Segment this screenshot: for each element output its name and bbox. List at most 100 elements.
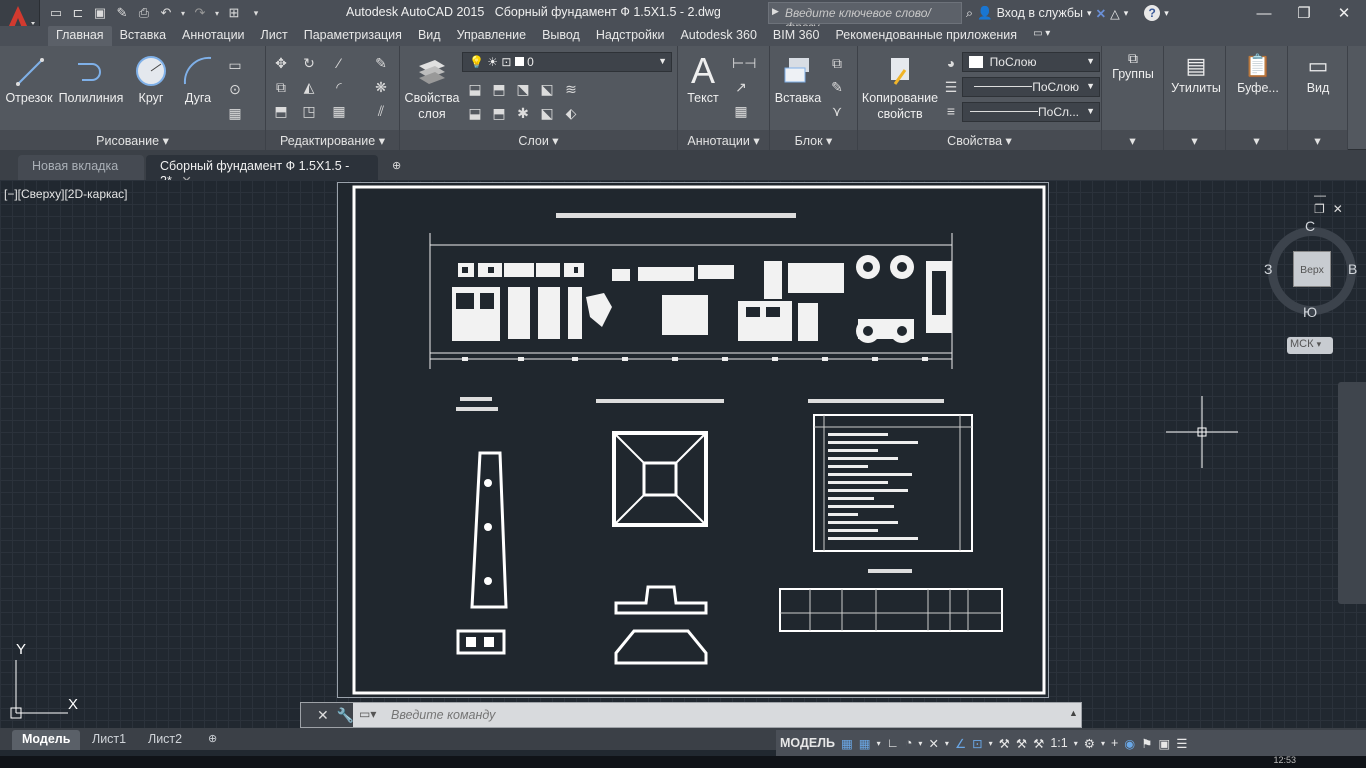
annotation-monitor-icon[interactable]: +: [1111, 736, 1118, 750]
gradient-icon[interactable]: ▦: [226, 104, 244, 122]
save-icon[interactable]: ▣: [90, 3, 110, 23]
explode-icon[interactable]: ❋: [372, 78, 390, 96]
tab-bim360[interactable]: BIM 360: [765, 26, 828, 46]
workspace-dropdown-icon[interactable]: ▾: [1101, 739, 1105, 748]
minimize-icon[interactable]: —: [1244, 0, 1284, 26]
isolate-objects-icon[interactable]: ◉: [1124, 736, 1135, 751]
polar-dropdown-icon[interactable]: ▾: [918, 739, 922, 748]
insert-button[interactable]: Вставка: [772, 54, 824, 106]
auto-scale-icon[interactable]: ⚒: [1016, 736, 1027, 751]
undo-icon[interactable]: ↶: [156, 3, 176, 23]
customization-icon[interactable]: ☰: [1176, 736, 1187, 751]
tab-featured-apps[interactable]: Рекомендованные приложения: [827, 26, 1025, 46]
object-snap-icon[interactable]: ∠: [955, 736, 966, 751]
tab-parametric[interactable]: Параметризация: [296, 26, 410, 46]
workspace-gear-icon[interactable]: ⚙: [1084, 736, 1095, 751]
add-tab-icon[interactable]: ⊕: [386, 155, 407, 180]
save-as-icon[interactable]: ✎: [112, 3, 132, 23]
create-block-icon[interactable]: ⧉: [828, 54, 846, 72]
hatch-icon[interactable]: ⊙: [226, 80, 244, 98]
redo-dropdown-icon[interactable]: ▾: [212, 3, 222, 23]
edit-attributes-icon[interactable]: ⋎: [828, 102, 846, 120]
redo-icon[interactable]: ↷: [190, 3, 210, 23]
a360-icon[interactable]: △: [1110, 6, 1120, 21]
compass-north[interactable]: С: [1305, 218, 1315, 234]
layer-properties-button[interactable]: Свойства слоя: [404, 54, 460, 122]
tab-view[interactable]: Вид: [410, 26, 449, 46]
annotation-visibility-icon[interactable]: ⚒: [999, 736, 1010, 751]
annotation-scale-value[interactable]: 1:1: [1050, 736, 1067, 750]
layer-isolate-icon[interactable]: ⬒: [490, 80, 508, 98]
groups-button[interactable]: ⧉ Группы: [1106, 50, 1160, 82]
open-file-icon[interactable]: ⊏: [68, 3, 88, 23]
stretch-icon[interactable]: ⬒: [272, 102, 290, 120]
layer-on-icon[interactable]: ⬓: [466, 104, 484, 122]
viewport-close-icon[interactable]: ✕: [1333, 202, 1351, 216]
layer-walk-icon[interactable]: ⬖: [562, 104, 580, 122]
isodraft-dropdown-icon[interactable]: ▾: [945, 739, 949, 748]
osnap-dropdown-icon[interactable]: ▾: [989, 739, 993, 748]
scale-dropdown-icon[interactable]: ▾: [1074, 739, 1078, 748]
viewport-controls[interactable]: [−][Сверху][2D-каркас]: [4, 187, 128, 201]
tab-output[interactable]: Вывод: [534, 26, 588, 46]
restore-icon[interactable]: ❐: [1284, 0, 1324, 26]
groups-panel-dropdown[interactable]: ▾: [1102, 130, 1163, 150]
lineweight-dropdown[interactable]: ПоСл... ▼: [962, 102, 1100, 122]
rotate-icon[interactable]: ↻: [300, 54, 318, 72]
trim-icon[interactable]: ⁄: [330, 54, 348, 72]
signin-dropdown-icon[interactable]: ▾: [1087, 8, 1092, 19]
model-space-button[interactable]: МОДЕЛЬ: [780, 736, 835, 750]
tab-model[interactable]: Модель: [12, 730, 81, 750]
copy-icon[interactable]: ⧉: [272, 78, 290, 96]
clean-screen-icon[interactable]: ▣: [1158, 736, 1170, 751]
arc-button[interactable]: Дуга: [176, 54, 220, 106]
user-icon[interactable]: 👤: [977, 6, 993, 21]
polyline-button[interactable]: Полилиния: [56, 54, 126, 106]
tab-autodesk360[interactable]: Autodesk 360: [672, 26, 764, 46]
view-button[interactable]: ▭ Вид: [1292, 52, 1344, 96]
help-dropdown-icon[interactable]: ▾: [1164, 8, 1169, 19]
command-input[interactable]: [361, 705, 1041, 725]
viewport-restore-icon[interactable]: ❐: [1314, 202, 1333, 216]
tab-current-drawing[interactable]: Сборный фундамент Ф 1.5Х1.5 - 2* ✕: [146, 155, 378, 188]
mirror-icon[interactable]: ◭: [300, 78, 318, 96]
view-panel-dropdown[interactable]: ▾: [1288, 130, 1347, 150]
table-icon[interactable]: ▦: [732, 102, 750, 120]
annotation-panel-title[interactable]: Аннотации ▾: [678, 130, 769, 150]
linetype-dropdown[interactable]: ПоСлою ▼: [962, 77, 1100, 97]
print-icon[interactable]: ⎙: [134, 3, 154, 23]
block-panel-title[interactable]: Блок ▾: [770, 130, 857, 150]
navigation-bar[interactable]: [1338, 382, 1366, 604]
modify-panel-title[interactable]: Редактирование ▾: [266, 130, 399, 150]
add-layout-icon[interactable]: ⊕: [198, 730, 227, 750]
clipboard-button[interactable]: 📋 Буфе...: [1230, 52, 1286, 96]
tab-new[interactable]: Новая вкладка: [18, 155, 144, 180]
ortho-icon[interactable]: ∟: [887, 736, 899, 750]
match-properties-button[interactable]: Копирование свойств: [860, 54, 940, 122]
layer-match-icon[interactable]: ≋: [562, 80, 580, 98]
close-icon[interactable]: ✕: [1324, 0, 1364, 26]
tab-home[interactable]: Главная: [48, 26, 112, 46]
circle-button[interactable]: Круг: [128, 54, 174, 106]
layer-freeze-icon[interactable]: ⬔: [514, 80, 532, 98]
binoculars-icon[interactable]: ⌕: [966, 6, 973, 21]
compass-west[interactable]: З: [1264, 261, 1272, 277]
viewport-minimize-icon[interactable]: —: [1314, 188, 1334, 202]
annotation-scale-icon[interactable]: ⚒: [1033, 736, 1044, 751]
osnap-icon[interactable]: ⊡: [972, 736, 982, 751]
clipboard-panel-dropdown[interactable]: ▾: [1226, 130, 1287, 150]
erase-icon[interactable]: ✎: [372, 54, 390, 72]
signin-button[interactable]: Вход в службы: [997, 6, 1083, 20]
layer-dropdown[interactable]: 💡 ☀ ⊡ 0 ▼: [462, 52, 672, 72]
layers-panel-title[interactable]: Слои ▾: [400, 130, 677, 150]
layer-lock-icon[interactable]: ⬕: [538, 80, 556, 98]
rectangle-icon[interactable]: ▭: [226, 56, 244, 74]
command-history-icon[interactable]: ▲: [1069, 708, 1078, 718]
layer-unlock-icon[interactable]: ⬕: [538, 104, 556, 122]
fillet-icon[interactable]: ◜: [330, 78, 348, 96]
leader-icon[interactable]: ↗: [732, 78, 750, 96]
scale-icon[interactable]: ◳: [300, 102, 318, 120]
search-expand-icon[interactable]: ▶: [772, 6, 779, 17]
text-button[interactable]: A Текст: [682, 52, 724, 106]
undo-dropdown-icon[interactable]: ▾: [178, 3, 188, 23]
